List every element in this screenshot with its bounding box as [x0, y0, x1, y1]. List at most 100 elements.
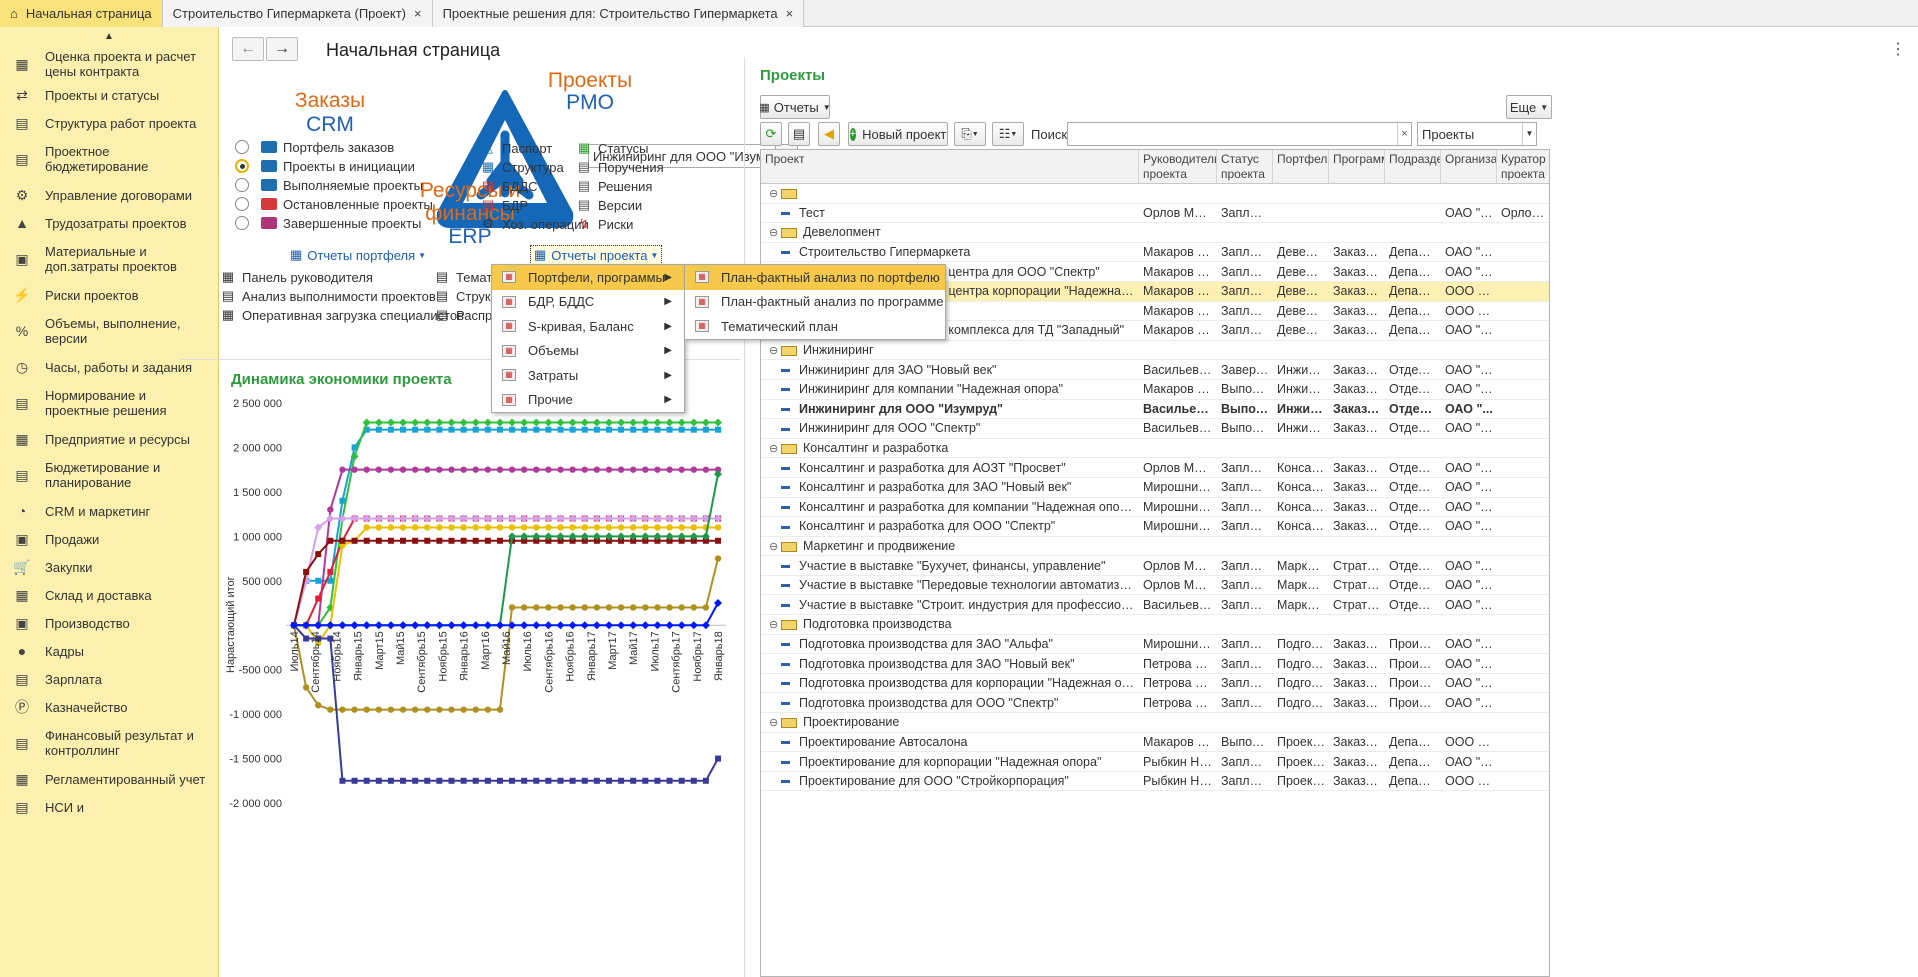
tab-project[interactable]: Строительство Гипермаркета (Проект) ×: [162, 0, 433, 27]
column-header[interactable]: Подразделение: [1385, 150, 1441, 183]
project-link[interactable]: ▤ Поручения: [576, 158, 664, 176]
settings-icon[interactable]: ☷ ▼: [992, 122, 1024, 146]
copy-icon[interactable]: ▤: [788, 122, 810, 146]
column-header[interactable]: Руководитель проекта: [1139, 150, 1217, 183]
sidebar-item[interactable]: ▣ Материальные и доп.затраты проектов: [0, 237, 218, 281]
project-link[interactable]: ▤ Версии: [576, 196, 642, 214]
menu-item[interactable]: ▦ Портфели, программы ▶: [492, 265, 684, 290]
sidebar-item[interactable]: ▦ Предприятие и ресурсы: [0, 425, 218, 453]
tab-home[interactable]: ⌂ Начальная страница: [0, 0, 163, 27]
project-link[interactable]: ⚙ Хоз. операции: [480, 215, 589, 233]
project-link[interactable]: ▤ БДДС: [480, 177, 538, 195]
table-row[interactable]: Проектирование Автосалона Макаров Ал... Вы…: [761, 733, 1549, 753]
refresh-icon[interactable]: ⟳: [760, 122, 782, 146]
submenu-item[interactable]: ▦ План-фактный анализ по портфелю: [685, 265, 945, 290]
collapse-icon[interactable]: ⊖: [769, 442, 779, 455]
table-row[interactable]: Проектирование для ООО "Стройкорпорация"…: [761, 772, 1549, 792]
sidebar-item[interactable]: ▤ Бюджетирование и планирование: [0, 453, 218, 497]
radio-option[interactable]: Портфель заказов: [235, 137, 394, 157]
sidebar-item[interactable]: ▣ Производство: [0, 609, 218, 637]
table-row[interactable]: Проектирование для корпорации "Надежная …: [761, 752, 1549, 772]
table-row[interactable]: Инжиниринг для ЗАО "Новый век" Васильев А…: [761, 360, 1549, 380]
table-row[interactable]: Подготовка производства для ООО "Спектр"…: [761, 693, 1549, 714]
column-header[interactable]: Организация: [1441, 150, 1497, 183]
table-row[interactable]: Инжиниринг для ООО "Изумруд" Васильев А..…: [761, 400, 1549, 420]
menu-item[interactable]: ▦ Прочие ▶: [492, 388, 684, 413]
column-header[interactable]: Проект: [761, 150, 1139, 183]
menu-item[interactable]: ▦ Затраты ▶: [492, 363, 684, 388]
sidebar-item[interactable]: ▲ Трудозатраты проектов: [0, 209, 218, 237]
radio-button[interactable]: [235, 216, 249, 230]
submenu-item[interactable]: ▦ План-фактный анализ по программе: [685, 290, 945, 315]
collapse-icon[interactable]: ⊖: [769, 226, 779, 239]
project-link[interactable]: △ Паспорт: [480, 139, 552, 157]
search-input[interactable]: ×: [1067, 122, 1412, 146]
table-row[interactable]: Консалтинг и разработка для АОЗТ "Просве…: [761, 458, 1549, 478]
search-scope-select[interactable]: Проекты ▼: [1417, 122, 1537, 146]
sidebar-item[interactable]: ◷ Часы, работы и задания: [0, 353, 218, 381]
group-row[interactable]: ⊖ Консалтинг и разработка: [761, 439, 1549, 459]
sidebar-item[interactable]: % Объемы, выполнение, версии: [0, 309, 218, 353]
radio-button[interactable]: [235, 140, 249, 154]
radio-option[interactable]: Проекты в инициации: [235, 156, 415, 176]
group-row[interactable]: ⊖ Проектирование: [761, 713, 1549, 733]
group-row[interactable]: ⊖ Подготовка производства: [761, 615, 1549, 635]
column-header[interactable]: Куратор проекта: [1497, 150, 1549, 183]
portfolio-link[interactable]: ▤ Анализ выполнимости проектов: [220, 287, 436, 305]
table-row[interactable]: Подготовка производства для корпорации "…: [761, 674, 1549, 694]
arrow-left-icon[interactable]: ◀: [818, 122, 840, 146]
sidebar-item[interactable]: ▤ Финансовый результат и контроллинг: [0, 721, 218, 765]
sidebar-item[interactable]: ● Кадры: [0, 637, 218, 665]
project-link[interactable]: ▦ Структура: [480, 158, 564, 176]
sidebar-item[interactable]: ⚙ Управление договорами: [0, 181, 218, 209]
menu-item[interactable]: ▦ Объемы ▶: [492, 339, 684, 364]
column-header[interactable]: Портфель: [1273, 150, 1329, 183]
clear-icon[interactable]: ×: [1397, 123, 1411, 145]
table-row[interactable]: Строительство Гипермаркета Макаров Ал... З…: [761, 243, 1549, 263]
chevron-down-icon[interactable]: ▼: [1522, 123, 1536, 145]
project-link[interactable]: ▤ Решения: [576, 177, 653, 195]
close-icon[interactable]: ×: [414, 6, 422, 21]
project-link[interactable]: ▦ Статусы: [576, 139, 649, 157]
radio-button[interactable]: [235, 197, 249, 211]
close-icon[interactable]: ×: [786, 6, 794, 21]
menu-item[interactable]: ▦ S-кривая, Баланс ▶: [492, 314, 684, 339]
new-project-button[interactable]: + Новый проект: [848, 122, 948, 146]
forward-button[interactable]: →: [266, 37, 298, 61]
table-row[interactable]: Подготовка производства для ЗАО "Альфа" М…: [761, 635, 1549, 655]
radio-button[interactable]: [235, 159, 249, 173]
sidebar-item[interactable]: ▤ Структура работ проекта: [0, 109, 218, 137]
portfolio-reports-button[interactable]: ▦ Отчеты портфеля ▼: [290, 247, 426, 263]
reports-button[interactable]: ▦ Отчеты ▼: [759, 95, 831, 119]
group-row[interactable]: ⊖ Инжиниринг: [761, 341, 1549, 361]
more-button[interactable]: Еще ▼: [1506, 95, 1552, 119]
sidebar-item[interactable]: 🛒 Закупки: [0, 553, 218, 581]
table-row[interactable]: Консалтинг и разработка для ЗАО "Новый в…: [761, 478, 1549, 498]
project-link[interactable]: ↯ Риски: [576, 215, 634, 233]
table-row[interactable]: Участие в выставке "Бухучет, финансы, уп…: [761, 556, 1549, 576]
collapse-icon[interactable]: ⊖: [769, 618, 779, 631]
collapse-icon[interactable]: ⊖: [769, 540, 779, 553]
table-row[interactable]: Участие в выставке "Строит. индустрия дл…: [761, 595, 1549, 616]
back-button[interactable]: ←: [232, 37, 264, 61]
table-row[interactable]: Инжиниринг для ООО "Спектр" Васильев Ан..…: [761, 419, 1549, 439]
sidebar-item[interactable]: ▤ Зарплата: [0, 665, 218, 693]
table-row[interactable]: Консалтинг и разработка для компании "На…: [761, 498, 1549, 518]
table-row[interactable]: Участие в выставке "Передовые технологии…: [761, 576, 1549, 596]
sidebar-item[interactable]: ▤ Нормирование и проектные решения: [0, 381, 218, 425]
sidebar-item[interactable]: ⇄ Проекты и статусы: [0, 81, 218, 109]
radio-option[interactable]: Остановленные проекты: [235, 194, 433, 214]
sidebar-item[interactable]: ▦ Склад и доставка: [0, 581, 218, 609]
collapse-icon[interactable]: ⊖: [769, 187, 779, 200]
table-row[interactable]: Консалтинг и разработка для ООО "Спектр"…: [761, 517, 1549, 537]
sidebar-item[interactable]: ◔ CRM и маркетинг: [0, 497, 218, 525]
table-row[interactable]: Тест Орлов Миха... Заплан... ОАО "П... Орлов…: [761, 204, 1549, 224]
table-row[interactable]: Инжиниринг для компании "Надежная опора"…: [761, 380, 1549, 400]
sidebar-item[interactable]: ▦ Оценка проекта и расчет цены контракта: [0, 47, 218, 81]
radio-option[interactable]: Завершенные проекты: [235, 213, 421, 233]
sidebar-item[interactable]: Ⓟ Казначейство: [0, 693, 218, 721]
more-options-icon[interactable]: ⋮: [1890, 39, 1906, 59]
collapse-icon[interactable]: ⊖: [769, 716, 779, 729]
portfolio-link[interactable]: ▦ Панель руководителя: [220, 268, 373, 286]
radio-option[interactable]: Выполняемые проекты: [235, 175, 423, 195]
